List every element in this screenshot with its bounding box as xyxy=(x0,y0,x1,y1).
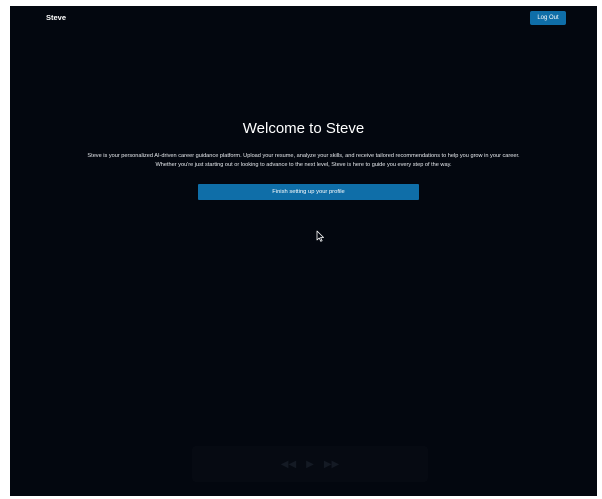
hero-description-line-1: Steve is your personalized AI-driven car… xyxy=(87,153,520,159)
rewind-icon[interactable]: ◀◀ xyxy=(281,459,296,470)
brand-logo-text[interactable]: Steve xyxy=(46,13,66,22)
video-player-controls: ◀◀ ▶ ▶▶ xyxy=(192,446,428,482)
fast-forward-icon[interactable]: ▶▶ xyxy=(324,459,339,470)
page-title: Welcome to Steve xyxy=(242,120,365,137)
app-window: Steve Log Out Welcome to Steve Steve is … xyxy=(10,6,597,496)
finish-profile-button[interactable]: Finish setting up your profile xyxy=(198,184,419,200)
top-nav: Steve Log Out xyxy=(10,6,597,30)
hero-description: Steve is your personalized AI-driven car… xyxy=(30,152,577,170)
hero-description-line-2: Whether you're just starting out or look… xyxy=(155,162,452,168)
mouse-pointer-icon xyxy=(316,230,324,242)
logout-button[interactable]: Log Out xyxy=(530,11,566,25)
play-icon[interactable]: ▶ xyxy=(306,459,314,470)
